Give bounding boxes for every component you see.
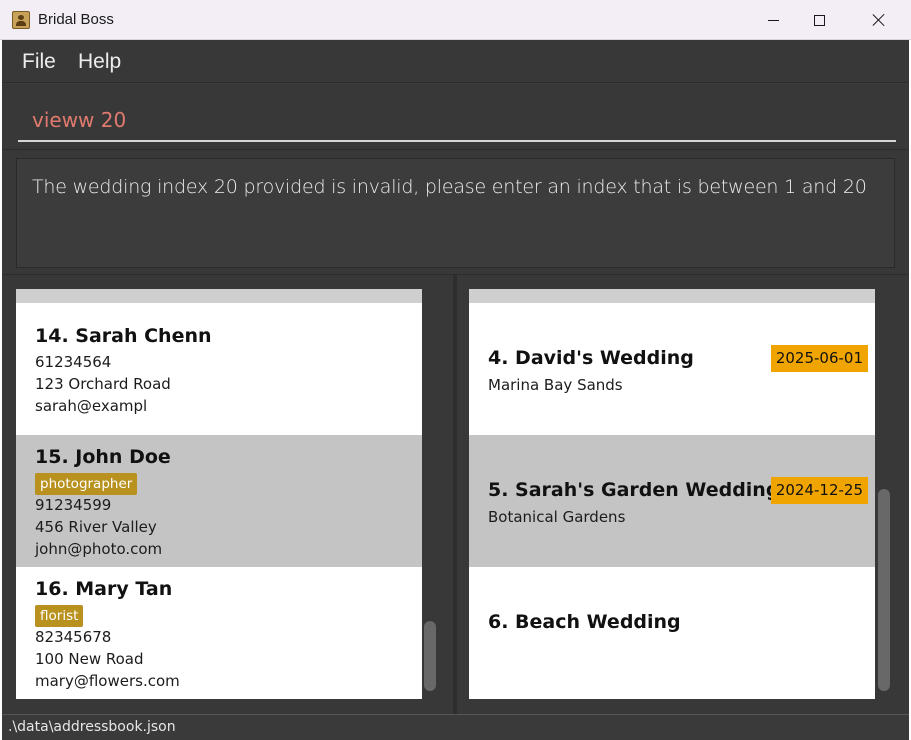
wedding-venue: Marina Bay Sands <box>488 376 623 394</box>
maximize-icon <box>813 14 825 26</box>
person-email: john@photo.com <box>35 540 163 558</box>
minimize-button[interactable] <box>750 0 796 40</box>
person-name: 14. Sarah Chenn <box>35 325 212 347</box>
wedding-venue: Botanical Gardens <box>488 508 626 526</box>
wedding-name: 5. Sarah's Garden Wedding <box>488 479 780 501</box>
person-phone: 61234564 <box>35 353 112 371</box>
menu-bar: File Help <box>2 40 909 83</box>
close-button[interactable] <box>856 0 902 40</box>
menu-help[interactable]: Help <box>78 50 121 74</box>
wedding-date-badge: 2024-12-25 <box>770 477 868 504</box>
wedding-name: 6. Beach Wedding <box>488 611 681 633</box>
person-list-scroll-thumb[interactable] <box>424 621 436 691</box>
status-bar: .\data\addressbook.json <box>2 714 909 740</box>
person-email: mary@flowers.com <box>35 672 180 690</box>
wedding-card-selected[interactable]: 5. Sarah's Garden Wedding 2024-12-25 Bot… <box>469 435 875 567</box>
person-card[interactable]: 16. Mary Tan florist 82345678 100 New Ro… <box>16 567 422 699</box>
menu-file[interactable]: File <box>22 50 56 74</box>
person-address: 100 New Road <box>35 650 144 668</box>
window-title: Bridal Boss <box>38 11 114 28</box>
list-card-partial <box>16 289 422 303</box>
list-card-partial <box>469 289 875 303</box>
save-file-path: .\data\addressbook.json <box>8 719 176 735</box>
person-email: sarah@exampl <box>35 397 148 415</box>
wedding-date-badge: 2025-06-01 <box>770 345 868 372</box>
command-input[interactable] <box>18 100 896 142</box>
wedding-name: 4. David's Wedding <box>488 347 694 369</box>
result-box[interactable]: The wedding index 20 provided is invalid… <box>16 158 895 268</box>
app-window: File Help The wedding index 20 provided … <box>2 40 909 740</box>
wedding-card[interactable]: 6. Beach Wedding <box>469 567 875 699</box>
panel-divider[interactable] <box>453 275 457 715</box>
person-name: 16. Mary Tan <box>35 578 173 600</box>
wedding-list-scrollbar[interactable] <box>877 289 891 699</box>
person-address: 456 River Valley <box>35 518 157 536</box>
person-tag: florist <box>35 605 84 627</box>
person-card[interactable]: 14. Sarah Chenn 61234564 123 Orchard Roa… <box>16 303 422 435</box>
maximize-button[interactable] <box>796 0 842 40</box>
person-phone: 91234599 <box>35 496 112 514</box>
minimize-icon <box>767 19 779 21</box>
result-display: The wedding index 20 provided is invalid… <box>2 150 909 274</box>
person-tag: photographer <box>35 473 138 495</box>
person-list-scrollbar[interactable] <box>423 289 437 699</box>
close-icon <box>872 13 886 27</box>
command-box <box>2 84 909 150</box>
person-phone: 82345678 <box>35 628 112 646</box>
person-list[interactable]: 14. Sarah Chenn 61234564 123 Orchard Roa… <box>16 289 422 699</box>
window-titlebar: Bridal Boss <box>0 0 911 40</box>
result-message: The wedding index 20 provided is invalid… <box>32 176 867 198</box>
person-address: 123 Orchard Road <box>35 375 171 393</box>
app-icon <box>12 11 30 29</box>
wedding-list-scroll-thumb[interactable] <box>878 489 890 691</box>
person-name: 15. John Doe <box>35 446 171 468</box>
wedding-card[interactable]: 4. David's Wedding 2025-06-01 Marina Bay… <box>469 303 875 435</box>
person-card-selected[interactable]: 15. John Doe photographer 91234599 456 R… <box>16 435 422 567</box>
list-panels: 14. Sarah Chenn 61234564 123 Orchard Roa… <box>2 274 909 715</box>
wedding-list[interactable]: 4. David's Wedding 2025-06-01 Marina Bay… <box>469 289 875 699</box>
